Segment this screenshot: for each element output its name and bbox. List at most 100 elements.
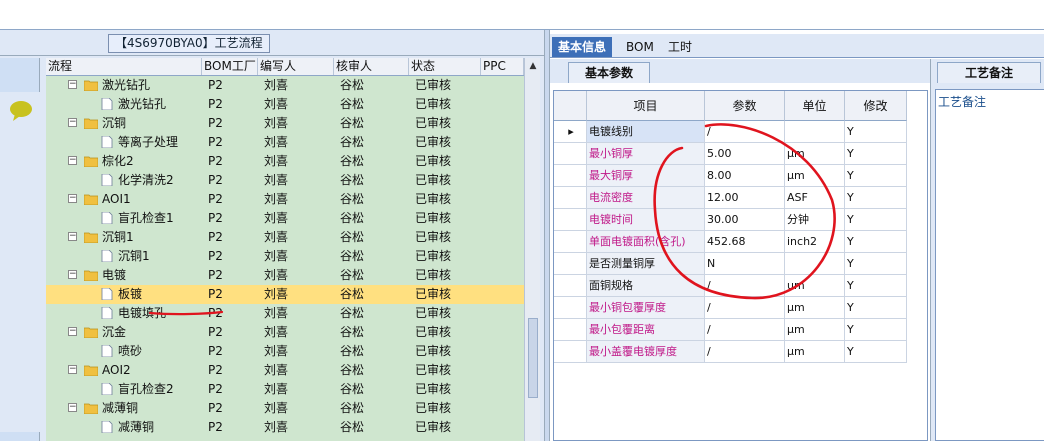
- table-row[interactable]: − 减薄铜 P2 刘喜 谷松 已审核: [46, 399, 524, 418]
- grid-scrollbar[interactable]: ▲: [524, 58, 540, 441]
- param-value[interactable]: 452.68: [705, 231, 785, 253]
- tree-cell[interactable]: 喷砂: [46, 342, 202, 361]
- pane-splitter[interactable]: [544, 30, 550, 441]
- tree-cell[interactable]: 板镀: [46, 285, 202, 304]
- params-col-edit[interactable]: 修改: [845, 91, 907, 121]
- table-row[interactable]: − AOI1 P2 刘喜 谷松 已审核: [46, 190, 524, 209]
- tree-cell[interactable]: − 棕化2: [46, 152, 202, 171]
- tab-process-remark[interactable]: 工艺备注: [937, 62, 1041, 83]
- row-selector[interactable]: [554, 187, 587, 209]
- table-row[interactable]: − 激光钻孔 P2 刘喜 谷松 已审核: [46, 76, 524, 95]
- param-row[interactable]: 最大铜厚 8.00 μm Y: [554, 165, 907, 187]
- tree-cell[interactable]: 化学清洗2: [46, 171, 202, 190]
- param-row[interactable]: 最小铜包覆厚度 / μm Y: [554, 297, 907, 319]
- tab-basic-info[interactable]: 基本信息: [552, 37, 613, 57]
- table-row[interactable]: − 沉铜1 P2 刘喜 谷松 已审核: [46, 228, 524, 247]
- table-row[interactable]: − 沉铜 P2 刘喜 谷松 已审核: [46, 114, 524, 133]
- table-row[interactable]: − 沉金 P2 刘喜 谷松 已审核: [46, 323, 524, 342]
- tab-basic-params[interactable]: 基本参数: [568, 62, 650, 83]
- param-row[interactable]: 最小盖覆电镀厚度 / μm Y: [554, 341, 907, 363]
- scroll-thumb[interactable]: [528, 318, 538, 398]
- scroll-up-icon[interactable]: ▲: [527, 60, 539, 72]
- tree-cell[interactable]: − 减薄铜: [46, 399, 202, 418]
- col-reviewer[interactable]: 核审人: [334, 58, 409, 75]
- collapse-icon[interactable]: −: [68, 232, 77, 241]
- collapse-icon[interactable]: −: [68, 270, 77, 279]
- table-row[interactable]: 盲孔检查1 P2 刘喜 谷松 已审核: [46, 209, 524, 228]
- tree-cell[interactable]: − 电镀: [46, 266, 202, 285]
- param-row[interactable]: 最小包覆距离 / μm Y: [554, 319, 907, 341]
- chat-bubble-icon[interactable]: [8, 98, 34, 124]
- collapse-icon[interactable]: −: [68, 80, 77, 89]
- tree-cell[interactable]: − AOI1: [46, 190, 202, 209]
- tree-cell[interactable]: 激光钻孔: [46, 95, 202, 114]
- col-flow[interactable]: 流程: [46, 58, 202, 75]
- table-row[interactable]: − AOI2 P2 刘喜 谷松 已审核: [46, 361, 524, 380]
- collapse-icon[interactable]: −: [68, 156, 77, 165]
- row-selector[interactable]: [554, 319, 587, 341]
- col-ppc[interactable]: PPC: [481, 58, 524, 75]
- param-value[interactable]: /: [705, 297, 785, 319]
- param-row[interactable]: 单面电镀面积(含孔) 452.68 inch2 Y: [554, 231, 907, 253]
- param-value[interactable]: 30.00: [705, 209, 785, 231]
- tree-cell[interactable]: − 激光钻孔: [46, 76, 202, 95]
- table-row[interactable]: − 棕化2 P2 刘喜 谷松 已审核: [46, 152, 524, 171]
- param-row[interactable]: ▸ 电镀线别 / Y: [554, 121, 907, 143]
- col-writer[interactable]: 编写人: [258, 58, 334, 75]
- param-value[interactable]: /: [705, 121, 785, 143]
- param-row[interactable]: 电流密度 12.00 ASF Y: [554, 187, 907, 209]
- param-value[interactable]: /: [705, 319, 785, 341]
- param-row[interactable]: 最小铜厚 5.00 μm Y: [554, 143, 907, 165]
- col-bom-plant[interactable]: BOM工厂: [202, 58, 258, 75]
- collapse-icon[interactable]: −: [68, 194, 77, 203]
- row-selector[interactable]: [554, 275, 587, 297]
- param-value[interactable]: 8.00: [705, 165, 785, 187]
- params-col-item[interactable]: 项目: [587, 91, 705, 121]
- table-row[interactable]: − 电镀 P2 刘喜 谷松 已审核: [46, 266, 524, 285]
- remark-body[interactable]: 工艺备注: [935, 89, 1044, 441]
- row-pointer-icon[interactable]: ▸: [554, 121, 587, 143]
- table-row[interactable]: 板镀 P2 刘喜 谷松 已审核: [46, 285, 524, 304]
- param-value[interactable]: 5.00: [705, 143, 785, 165]
- collapse-icon[interactable]: −: [68, 327, 77, 336]
- table-row[interactable]: 盲孔检查2 P2 刘喜 谷松 已审核: [46, 380, 524, 399]
- tree-cell[interactable]: 电镀填孔: [46, 304, 202, 323]
- tree-cell[interactable]: − AOI2: [46, 361, 202, 380]
- params-col-unit[interactable]: 单位: [785, 91, 845, 121]
- params-col-value[interactable]: 参数: [705, 91, 785, 121]
- table-row[interactable]: 等离子处理 P2 刘喜 谷松 已审核: [46, 133, 524, 152]
- row-selector[interactable]: [554, 297, 587, 319]
- row-selector[interactable]: [554, 231, 587, 253]
- tree-cell[interactable]: 盲孔检查1: [46, 209, 202, 228]
- param-value[interactable]: /: [705, 275, 785, 297]
- param-row[interactable]: 面铜规格 / um Y: [554, 275, 907, 297]
- table-row[interactable]: 减薄铜 P2 刘喜 谷松 已审核: [46, 418, 524, 437]
- row-selector[interactable]: [554, 209, 587, 231]
- param-value[interactable]: /: [705, 341, 785, 363]
- collapse-icon[interactable]: −: [68, 365, 77, 374]
- table-row[interactable]: 沉铜1 P2 刘喜 谷松 已审核: [46, 247, 524, 266]
- tab-work-hours[interactable]: 工时: [662, 37, 698, 57]
- table-row[interactable]: 电镀填孔 P2 刘喜 谷松 已审核: [46, 304, 524, 323]
- tree-cell[interactable]: 盲孔检查2: [46, 380, 202, 399]
- tree-cell[interactable]: 减薄铜: [46, 418, 202, 437]
- param-row[interactable]: 电镀时间 30.00 分钟 Y: [554, 209, 907, 231]
- table-row[interactable]: 喷砂 P2 刘喜 谷松 已审核: [46, 342, 524, 361]
- tab-bom[interactable]: BOM: [620, 37, 660, 57]
- tree-cell[interactable]: − 沉铜1: [46, 228, 202, 247]
- table-row[interactable]: 化学清洗2 P2 刘喜 谷松 已审核: [46, 171, 524, 190]
- param-value[interactable]: N: [705, 253, 785, 275]
- tree-cell[interactable]: 等离子处理: [46, 133, 202, 152]
- tree-cell[interactable]: 沉铜1: [46, 247, 202, 266]
- col-status[interactable]: 状态: [409, 58, 481, 75]
- collapse-icon[interactable]: −: [68, 403, 77, 412]
- row-selector[interactable]: [554, 143, 587, 165]
- param-value[interactable]: 12.00: [705, 187, 785, 209]
- tree-cell[interactable]: − 沉金: [46, 323, 202, 342]
- collapse-icon[interactable]: −: [68, 118, 77, 127]
- row-selector[interactable]: [554, 165, 587, 187]
- param-row[interactable]: 是否测量铜厚 N Y: [554, 253, 907, 275]
- table-row[interactable]: 激光钻孔 P2 刘喜 谷松 已审核: [46, 95, 524, 114]
- tree-cell[interactable]: − 沉铜: [46, 114, 202, 133]
- row-selector[interactable]: [554, 341, 587, 363]
